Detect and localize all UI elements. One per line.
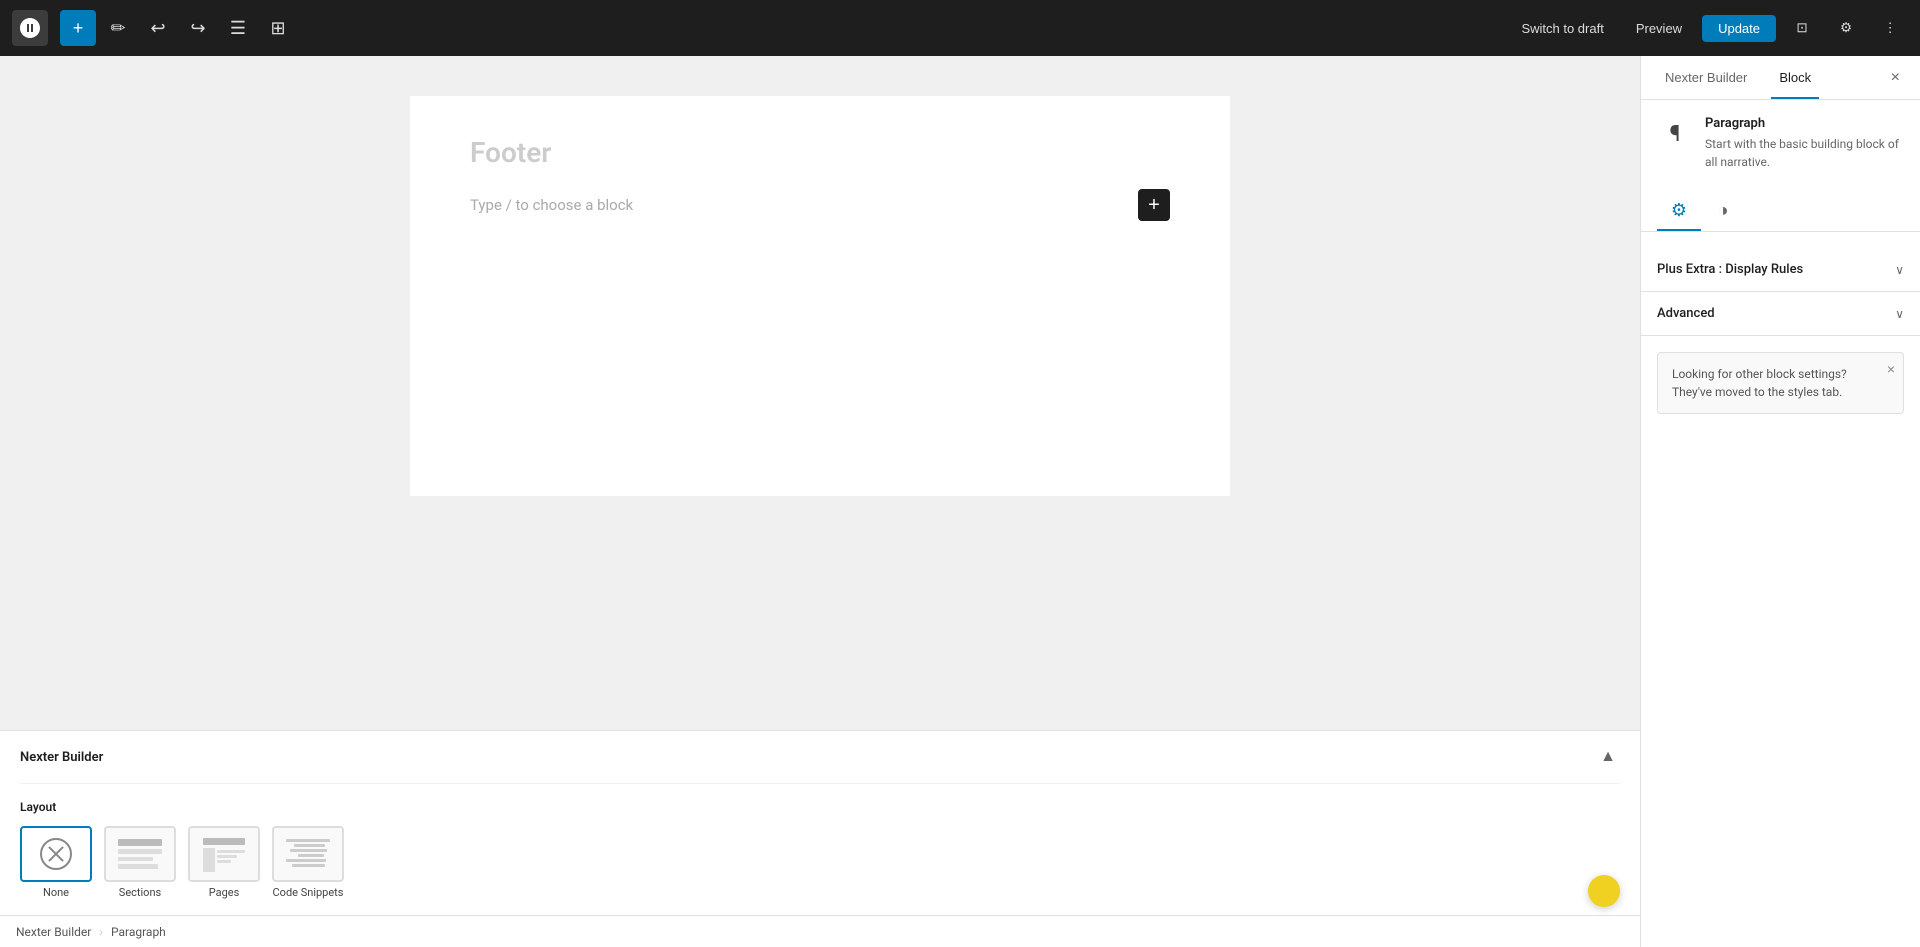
accordion-advanced-header[interactable]: Advanced ∨ <box>1641 292 1920 335</box>
layout-option-pages[interactable]: Pages <box>188 826 260 899</box>
layout-options: None Sections <box>20 826 1620 899</box>
bottom-panel: Nexter Builder ▲ Layout None <box>0 730 1640 915</box>
undo-button[interactable]: ↩ <box>140 10 176 46</box>
more-options-button[interactable]: ⋮ <box>1872 10 1908 46</box>
layout-option-sections[interactable]: Sections <box>104 826 176 899</box>
tools-button[interactable]: ✏ <box>100 10 136 46</box>
layout-icon-sections <box>104 826 176 882</box>
block-info: ¶ Paragraph Start with the basic buildin… <box>1657 116 1904 171</box>
layout-section: Layout None <box>20 784 1620 915</box>
block-placeholder: Type / to choose a block + <box>470 189 1170 221</box>
tools-menu-button[interactable]: ⚙ <box>1828 10 1864 46</box>
layout-icon-none <box>20 826 92 882</box>
sidebar-styles-tab[interactable]: ◑ <box>1701 191 1745 231</box>
update-button[interactable]: Update <box>1702 15 1776 42</box>
settings-toggle-button[interactable]: ⊡ <box>1784 10 1820 46</box>
status-bar-right[interactable]: Paragraph <box>111 925 166 939</box>
block-info-text: Paragraph Start with the basic building … <box>1705 116 1904 171</box>
tab-block[interactable]: Block <box>1771 56 1819 99</box>
sidebar-tabs: Nexter Builder Block × <box>1641 56 1920 100</box>
status-bar-separator: › <box>99 925 103 939</box>
layout-none-label: None <box>43 886 69 899</box>
block-description: Start with the basic building block of a… <box>1705 135 1904 171</box>
accordion-advanced: Advanced ∨ <box>1641 292 1920 336</box>
layout-sections-label: Sections <box>119 886 161 899</box>
wordpress-logo <box>12 10 48 46</box>
right-sidebar: Nexter Builder Block × ¶ Paragraph Start… <box>1640 56 1920 947</box>
sidebar-close-button[interactable]: × <box>1887 56 1904 99</box>
notice-text: Looking for other block settings? They'v… <box>1672 367 1847 399</box>
page-title[interactable]: Footer <box>470 136 1170 169</box>
main-area: Footer Type / to choose a block + Nexter… <box>0 56 1920 947</box>
layout-code-snippets-label: Code Snippets <box>273 886 344 899</box>
preview-button[interactable]: Preview <box>1624 15 1694 42</box>
layout-option-code-snippets[interactable]: Code Snippets <box>272 826 344 899</box>
top-toolbar: + ✏ ↩ ↪ ☰ ⊞ Switch to draft Preview Upda… <box>0 0 1920 56</box>
placeholder-text: Type / to choose a block <box>470 196 633 214</box>
list-view-button[interactable]: ☰ <box>220 10 256 46</box>
toolbar-right: Switch to draft Preview Update ⊡ ⚙ ⋮ <box>1509 10 1908 46</box>
switch-to-draft-button[interactable]: Switch to draft <box>1509 15 1615 42</box>
layout-pages-label: Pages <box>209 886 240 899</box>
accordion-advanced-label: Advanced <box>1657 306 1715 321</box>
bottom-panel-header: Nexter Builder ▲ <box>20 731 1620 784</box>
accordion-display-rules-header[interactable]: Plus Extra : Display Rules ∨ <box>1641 248 1920 291</box>
bottom-panel-title: Nexter Builder <box>20 750 103 765</box>
sidebar-icon-tabs: ⚙ ◑ <box>1641 191 1920 232</box>
tab-nexter-builder[interactable]: Nexter Builder <box>1657 56 1755 99</box>
editor-area: Footer Type / to choose a block + <box>0 56 1640 730</box>
help-button[interactable] <box>1588 875 1620 907</box>
chevron-down-icon-advanced: ∨ <box>1895 307 1904 321</box>
chevron-down-icon: ∨ <box>1895 263 1904 277</box>
status-bar: Nexter Builder › Paragraph <box>0 915 1640 947</box>
sidebar-settings-tab[interactable]: ⚙ <box>1657 191 1701 231</box>
add-block-inline-button[interactable]: + <box>1138 189 1170 221</box>
sidebar-content: ¶ Paragraph Start with the basic buildin… <box>1641 100 1920 947</box>
block-name: Paragraph <box>1705 116 1904 131</box>
add-block-toolbar-button[interactable]: + <box>60 10 96 46</box>
copy-button[interactable]: ⊞ <box>260 10 296 46</box>
redo-button[interactable]: ↪ <box>180 10 216 46</box>
layout-option-none[interactable]: None <box>20 826 92 899</box>
notice-box: Looking for other block settings? They'v… <box>1657 352 1904 414</box>
layout-icon-pages <box>188 826 260 882</box>
status-bar-left[interactable]: Nexter Builder <box>16 925 91 939</box>
toolbar-left: + ✏ ↩ ↪ ☰ ⊞ <box>12 10 296 46</box>
accordion-display-rules-label: Plus Extra : Display Rules <box>1657 262 1803 277</box>
layout-icon-code-snippets <box>272 826 344 882</box>
notice-close-button[interactable]: × <box>1887 361 1895 377</box>
layout-label: Layout <box>20 800 1620 814</box>
accordion-display-rules: Plus Extra : Display Rules ∨ <box>1641 248 1920 292</box>
editor-canvas: Footer Type / to choose a block + <box>410 96 1230 496</box>
paragraph-icon: ¶ <box>1657 116 1693 152</box>
bottom-panel-collapse-button[interactable]: ▲ <box>1596 745 1620 769</box>
